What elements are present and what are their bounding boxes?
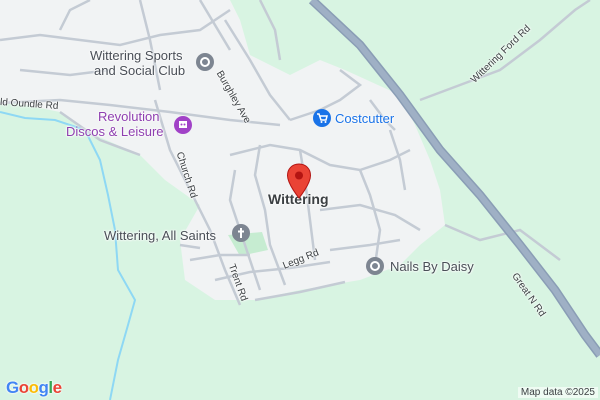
logo-letter: o: [18, 378, 29, 397]
map-canvas[interactable]: ld Oundle Rd Burghley Ave Church Rd Tren…: [0, 0, 600, 400]
poi-revolution-line1: Revolution: [98, 109, 160, 124]
stream: [0, 111, 137, 400]
generic-poi-icon: [366, 257, 384, 275]
poi-sports-club-line2: and Social Club: [94, 63, 186, 78]
poi-all-saints-label: Wittering, All Saints: [104, 228, 216, 243]
generic-poi-icon: [196, 53, 214, 71]
logo-letter: g: [38, 378, 49, 397]
shopping-cart-icon: [313, 109, 331, 127]
entertainment-icon: [174, 116, 192, 134]
poi-costcutter-label: Costcutter: [335, 111, 395, 126]
google-logo[interactable]: Google: [6, 378, 62, 398]
church-cross-icon: [232, 224, 250, 242]
logo-letter: G: [6, 378, 19, 397]
map-attribution[interactable]: Map data ©2025: [517, 387, 598, 398]
poi-revolution-line2: Discos & Leisure: [66, 124, 164, 139]
map-pin-icon[interactable]: [286, 163, 312, 199]
logo-letter: o: [28, 378, 39, 397]
poi-nails-label: Nails By Daisy: [390, 259, 474, 274]
logo-letter: e: [52, 378, 62, 397]
poi-sports-club-line1: Wittering Sports: [90, 48, 183, 63]
